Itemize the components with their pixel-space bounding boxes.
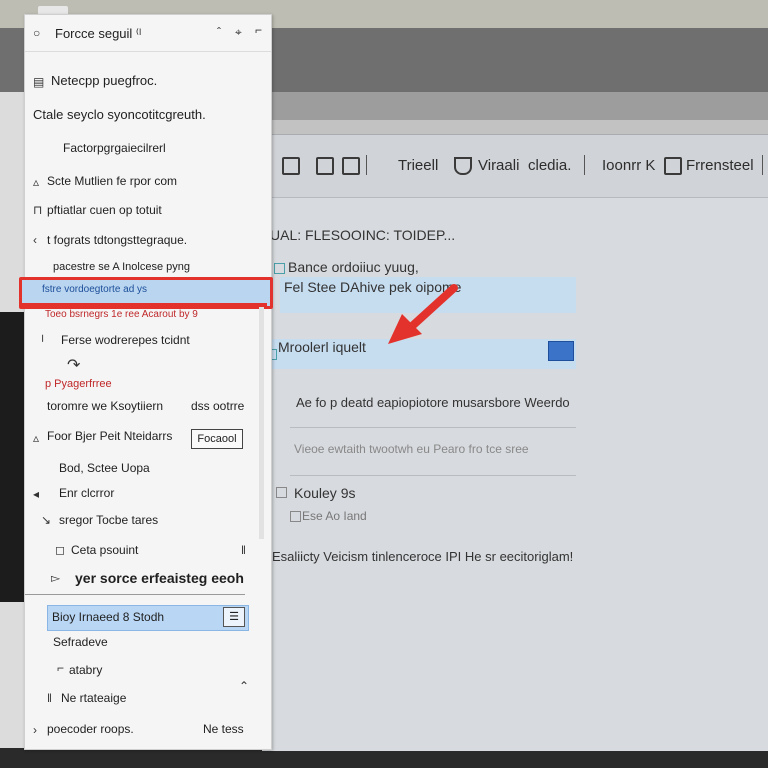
panel-item[interactable]: pacestre se A Inolcese pyng [53, 261, 190, 273]
caret-icon[interactable]: ‹ [33, 233, 37, 247]
tree-line-icon: ǁ [47, 691, 52, 705]
panel-section-title: yer sorce erfeaisteg eeoh [75, 570, 244, 586]
list-bullet-icon [290, 511, 301, 522]
panel-header: ○ Forcce seguil ⁽ˡ ˆ ⌖ ⌐ [25, 15, 271, 52]
shield-icon[interactable] [454, 157, 472, 175]
panel-item[interactable]: Factorpgrgaiecilrerl [63, 141, 166, 155]
panel-item[interactable]: Ceta psouint [71, 543, 138, 557]
panel-item[interactable]: Ctale seyclo syoncotitcgreuth. [33, 107, 206, 122]
caret-icon[interactable]: ◂ [33, 487, 39, 501]
divider [290, 427, 576, 428]
list-bullet-icon [274, 263, 285, 274]
document-line: Vieoe ewtaith twootwh eu Pearo fro tce s… [294, 442, 529, 456]
corner-icon: ⌐ [57, 661, 65, 675]
document-line: Bance ordoiiuc yuug, [288, 259, 419, 275]
toolbar-item-4[interactable]: Ioonrr K [602, 157, 655, 174]
panel-item-value: Ne tess [203, 722, 244, 736]
pin-icon[interactable]: ⌖ [235, 25, 242, 40]
badge-icon[interactable] [664, 157, 682, 175]
panel-item-value: dss ootrre [191, 399, 245, 413]
panel-item[interactable]: Ne rtateaige [61, 691, 126, 705]
panel-item-label: Bioy Irnaeed 8 Stodh [52, 610, 165, 624]
toolbar-divider [584, 155, 585, 175]
focus-button[interactable]: Focaool [191, 429, 243, 449]
panel-item[interactable]: Enr clcrror [59, 486, 114, 500]
panel-title: Forcce seguil ⁽ˡ [55, 26, 142, 41]
collapse-icon[interactable] [276, 487, 287, 498]
resize-icon[interactable]: ⌐ [255, 23, 262, 37]
list-icon[interactable]: ☰ [223, 607, 245, 627]
divider [290, 475, 576, 476]
panel-item[interactable]: Toeo bsrnegrs 1e ree Acarout by 9 [45, 309, 198, 320]
document-heading: UAL: FLESOOINC: TOIDEP... [270, 227, 456, 243]
selected-panel-item[interactable]: Bioy Irnaeed 8 Stodh [47, 605, 249, 631]
radio-icon[interactable]: ○ [33, 26, 40, 40]
toolbar-item-3[interactable]: cledia. [528, 157, 571, 174]
caret-icon[interactable]: ▵ [33, 175, 39, 189]
panel-item-label: fstre vordoegtorte ad ys [42, 284, 148, 295]
panel-item[interactable]: p Pyagerfrree [45, 378, 112, 390]
panel-item[interactable]: sregor Tocbe tares [59, 513, 158, 527]
caret-icon[interactable]: › [33, 723, 37, 737]
redo-arrow-icon[interactable]: ↷ [67, 355, 80, 375]
panel-scrollbar[interactable] [259, 307, 264, 539]
document-line: Kouley 9s [294, 485, 356, 501]
toolbar-item-5[interactable]: Frrensteel [686, 157, 754, 174]
chart-icon[interactable] [342, 157, 360, 175]
caret-icon[interactable]: ▵ [33, 431, 39, 445]
panel-item[interactable]: Ferse wodrerepes tcidnt [61, 333, 190, 347]
document-line: Esaliicty Veicism tinlenceroce IPI He sr… [272, 549, 574, 564]
expand-icon[interactable]: ⌃ [239, 679, 249, 693]
image-icon[interactable] [316, 157, 334, 175]
thumbnail-icon[interactable] [548, 341, 574, 361]
panel-item[interactable]: Netecpp puegfroc. [51, 73, 157, 88]
annotation-underline [19, 303, 267, 306]
panel-item[interactable]: poecoder roops. [47, 722, 134, 736]
toolbar-divider [366, 155, 367, 175]
panel-item[interactable]: Sefradeve [53, 635, 108, 649]
chevron-icon[interactable]: ˆ [217, 25, 221, 39]
document-line: Mroolerl iquelt [278, 339, 366, 355]
document-line: Ae fo p deatd eapiopiotore musarsbore We… [296, 395, 570, 410]
toolbar-divider [762, 155, 763, 175]
document-area[interactable]: Trieell Viraali cledia. Ioonrr K Frrenst… [262, 134, 768, 751]
document-line: Ese Ao Iand [302, 509, 367, 523]
checkbox-icon[interactable]: ◻ [55, 543, 65, 557]
toolbar-item-2[interactable]: Viraali [478, 157, 519, 174]
document-toolbar: Trieell Viraali cledia. Ioonrr K Frrenst… [262, 135, 768, 198]
toolbar-item-1[interactable]: Trieell [398, 157, 438, 174]
panel-item[interactable]: Foor Bjer Peit Nteidarrs [47, 429, 172, 443]
panel-item[interactable]: t fograts tdtongsttegraque. [47, 233, 187, 247]
tree-line-icon: ╵ [39, 335, 47, 349]
desktop-edge [0, 312, 24, 602]
panel-item[interactable]: toromre we Ksoytiiern [47, 399, 163, 413]
drag-handle-icon[interactable]: ǁ [241, 543, 246, 557]
panel-item[interactable]: pftiatlar cuen op totuit [47, 203, 162, 217]
divider [25, 594, 245, 595]
panel-item[interactable]: Scte Mutlien fe rpor com [47, 174, 177, 188]
caret-icon[interactable]: ↘ [41, 513, 51, 527]
red-arrow-icon [388, 284, 458, 344]
bookmark-icon[interactable] [282, 157, 300, 175]
caret-icon[interactable]: ⊓ [33, 203, 42, 217]
side-panel[interactable]: ○ Forcce seguil ⁽ˡ ˆ ⌖ ⌐ ▤ Netecpp puegf… [19, 14, 273, 750]
cursor-icon: ▻ [51, 571, 61, 585]
taskbar [0, 748, 768, 768]
panel-item[interactable]: atabry [69, 663, 102, 677]
document-icon: ▤ [33, 75, 45, 89]
background-menubar [270, 92, 768, 120]
panel-item[interactable]: Bod, Sctee Uopa [59, 461, 150, 475]
